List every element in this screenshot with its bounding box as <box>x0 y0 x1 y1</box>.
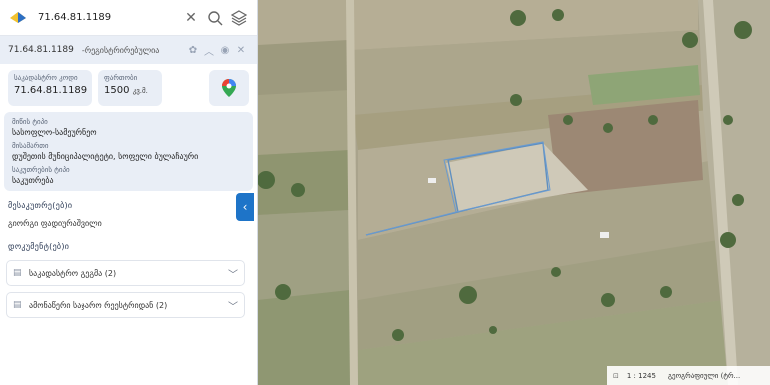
area-value: 1500 <box>104 85 130 96</box>
app-root: 71.64.81.1189 ✕ 71.64.81.1189 -რეგისტრირ… <box>0 0 770 385</box>
area-value-wrap: 1500 კვ.მ. <box>104 85 156 96</box>
area-unit: კვ.მ. <box>132 87 148 95</box>
document-icon: ▤ <box>13 300 22 310</box>
cadastral-label: საკადასტრო კოდი <box>14 74 78 82</box>
summary-cards: საკადასტრო კოდი 71.64.81.1189 ფართობი 15… <box>0 64 257 106</box>
eye-icon[interactable]: ◉ <box>217 45 233 56</box>
close-icon[interactable]: ✕ <box>179 6 203 30</box>
chevron-left-icon: ‹ <box>242 200 248 214</box>
owners-title: მესაკუთრე(ებ)ი <box>8 201 73 210</box>
satellite-imagery[interactable] <box>258 0 770 385</box>
area-card: ფართობი 1500 კვ.მ. <box>98 70 162 106</box>
area-label: ფართობი <box>104 74 138 82</box>
close-icon[interactable]: ✕ <box>233 45 249 56</box>
address-label: მისამართი <box>12 142 49 150</box>
documents-title: დოკუმენტ(ებ)ი <box>8 242 70 251</box>
ownership-label: საკუთრების ტიპი <box>12 166 70 174</box>
cadastral-value: 71.64.81.1189 <box>14 85 88 96</box>
palette-icon[interactable]: ✿ <box>185 45 201 56</box>
owner-name: გიორგი ფადიურაშვილი <box>8 219 102 228</box>
search-icon[interactable] <box>203 6 227 30</box>
chevron-up-icon[interactable]: ︿ <box>201 43 217 58</box>
cadastral-card: საკადასტრო კოდი 71.64.81.1189 <box>8 70 92 106</box>
registration-status: -რეგისტრირებულია <box>81 45 160 55</box>
map-pin-icon <box>222 79 236 97</box>
parcel-info-block: მიწის ტიპი სასოფლო-სამეურნეო მისამართი დ… <box>4 112 253 191</box>
basemap-layer-label[interactable]: გეოგრაფიული (ტრ... <box>668 372 740 380</box>
document-icon: ▤ <box>13 268 22 278</box>
document-item[interactable]: ▤ ამონაწერი საჯარო რეესტრიდან (2) ﹀ <box>6 292 245 318</box>
search-input[interactable]: 71.64.81.1189 <box>38 12 179 23</box>
map-view[interactable] <box>258 0 770 385</box>
address-value: დუშეთის მუნიციპალიტეტი, სოფელი ბულაჩაური <box>12 152 199 161</box>
land-type-value: სასოფლო-სამეურნეო <box>12 128 97 137</box>
document-label: ამონაწერი საჯარო რეესტრიდან (2) <box>29 300 168 310</box>
search-bar: 71.64.81.1189 ✕ <box>0 0 257 36</box>
document-item[interactable]: ▤ საკადასტრო გეგმა (2) ﹀ <box>6 260 245 286</box>
sidebar: 71.64.81.1189 ✕ 71.64.81.1189 -რეგისტრირ… <box>0 0 258 385</box>
scale-value: 1 : 1245 <box>626 371 656 380</box>
scale-icon[interactable]: ⊡ <box>613 372 619 380</box>
google-maps-button[interactable] <box>209 70 249 106</box>
parcel-title-bar: 71.64.81.1189 -რეგისტრირებულია ✿ ︿ ◉ ✕ <box>0 36 257 64</box>
layers-icon[interactable] <box>227 6 251 30</box>
parcel-cadastral-code: 71.64.81.1189 <box>8 45 74 55</box>
app-logo-icon[interactable] <box>6 6 30 30</box>
document-label: საკადასტრო გეგმა (2) <box>29 268 117 278</box>
land-type-label: მიწის ტიპი <box>12 118 48 126</box>
map-scale-bar: ⊡ 1 : 1245 გეოგრაფიული (ტრ... <box>607 366 770 385</box>
ownership-value: საკუთრება <box>12 176 54 185</box>
chevron-down-icon[interactable]: ﹀ <box>228 298 238 313</box>
chevron-down-icon[interactable]: ﹀ <box>228 266 238 281</box>
collapse-sidebar-button[interactable]: ‹ <box>236 193 254 221</box>
